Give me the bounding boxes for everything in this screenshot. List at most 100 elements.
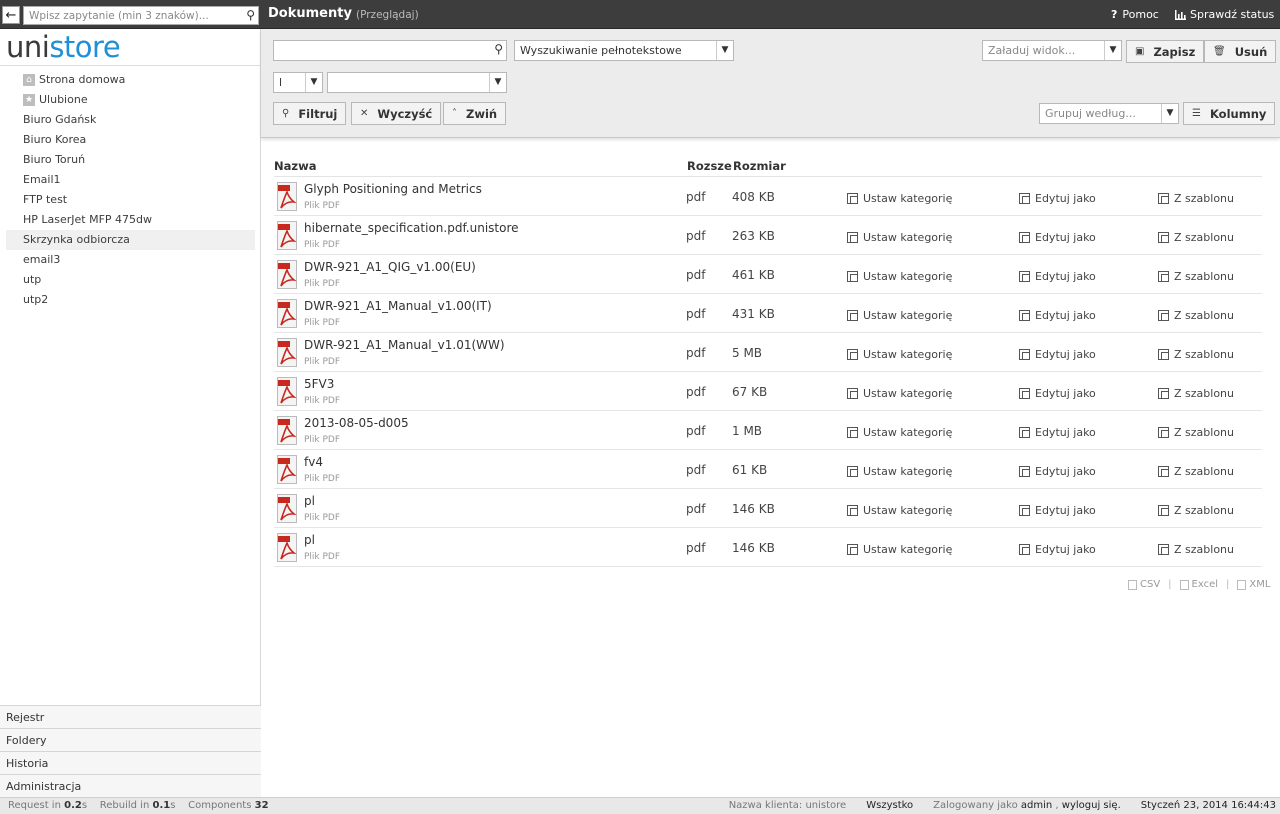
table-row[interactable]: 5FV3 Plik PDF pdf 67 KB Ustaw kategorię Edytu… (274, 372, 1262, 411)
sidebar-item[interactable]: HP LaserJet MFP 475dw (6, 210, 255, 230)
nav-history[interactable]: Historia (0, 751, 261, 774)
load-view-select[interactable]: Załaduj widok... ▼ (982, 40, 1122, 61)
document-name[interactable]: DWR-921_A1_Manual_v1.01(WW) (304, 338, 505, 352)
edit-as-link[interactable]: Edytuj jako (1019, 192, 1096, 205)
set-category-link[interactable]: Ustaw kategorię (847, 309, 952, 322)
search-mode-select[interactable]: Wyszukiwanie pełnotekstowe ▼ (514, 40, 734, 61)
set-category-link[interactable]: Ustaw kategorię (847, 270, 952, 283)
set-category-link[interactable]: Ustaw kategorię (847, 426, 952, 439)
document-name[interactable]: pl (304, 494, 315, 508)
edit-as-link[interactable]: Edytuj jako (1019, 387, 1096, 400)
app-logo[interactable]: unistore (6, 31, 121, 63)
help-link[interactable]: ? Pomoc (1111, 8, 1159, 21)
value-select[interactable]: ▼ (327, 72, 507, 93)
user-link[interactable]: admin (1021, 800, 1052, 811)
set-category-link[interactable]: Ustaw kategorię (847, 231, 952, 244)
table-row[interactable]: Glyph Positioning and Metrics Plik PDF pdf… (274, 177, 1262, 216)
nav-administration[interactable]: Administracja (0, 774, 261, 797)
edit-as-link[interactable]: Edytuj jako (1019, 231, 1096, 244)
set-category-link[interactable]: Ustaw kategorię (847, 192, 952, 205)
sidebar-item[interactable]: Biuro Gdańsk (6, 110, 255, 130)
table-row[interactable]: DWR-921_A1_Manual_v1.00(IT) Plik PDF pdf 43… (274, 294, 1262, 333)
sidebar-item[interactable]: Biuro Korea (6, 130, 255, 150)
from-template-link[interactable]: Z szablonu (1158, 504, 1234, 517)
search-icon[interactable]: ⚲ (246, 8, 255, 22)
table-row[interactable]: DWR-921_A1_Manual_v1.01(WW) Plik PDF pdf 5 … (274, 333, 1262, 372)
sidebar-item[interactable]: utp (6, 270, 255, 290)
search-icon[interactable]: ⚲ (494, 42, 503, 56)
small-select[interactable]: l ▼ (273, 72, 323, 93)
clear-button[interactable]: ✕ Wyczyść (351, 102, 442, 125)
set-category-link[interactable]: Ustaw kategorię (847, 504, 952, 517)
from-template-link[interactable]: Z szablonu (1158, 426, 1234, 439)
set-category-link[interactable]: Ustaw kategorię (847, 387, 952, 400)
edit-as-link[interactable]: Edytuj jako (1019, 270, 1096, 283)
edit-icon (1019, 544, 1030, 555)
back-arrow-icon[interactable]: ← (2, 6, 20, 24)
scope-link[interactable]: Wszystko (866, 800, 913, 811)
from-template-link[interactable]: Z szablonu (1158, 348, 1234, 361)
from-template-link[interactable]: Z szablonu (1158, 387, 1234, 400)
document-name[interactable]: DWR-921_A1_Manual_v1.00(IT) (304, 299, 492, 313)
search-input[interactable] (24, 7, 234, 24)
filter-button[interactable]: ⚲ Filtruj (273, 102, 347, 125)
collapse-button[interactable]: ˄ Zwiń (443, 102, 507, 125)
document-name[interactable]: pl (304, 533, 315, 547)
export-csv[interactable]: CSV (1128, 579, 1160, 590)
status-link[interactable]: Sprawdź status (1175, 8, 1274, 21)
group-by-select[interactable]: Grupuj według... ▼ (1039, 103, 1179, 124)
export-excel[interactable]: Excel (1179, 579, 1218, 590)
sidebar-item[interactable]: Biuro Toruń (6, 150, 255, 170)
nav-folders[interactable]: Foldery (0, 728, 261, 751)
table-row[interactable]: pl Plik PDF pdf 146 KB Ustaw kategorię Edytuj… (274, 489, 1262, 528)
column-header-name[interactable]: Nazwa (274, 159, 687, 173)
logout-link[interactable]: wyloguj się. (1062, 800, 1121, 811)
from-template-link[interactable]: Z szablonu (1158, 543, 1234, 556)
table-row[interactable]: fv4 Plik PDF pdf 61 KB Ustaw kategorię Edytuj… (274, 450, 1262, 489)
delete-button[interactable]: 🗑 Usuń (1204, 40, 1277, 63)
set-category-link[interactable]: Ustaw kategorię (847, 543, 952, 556)
set-category-link[interactable]: Ustaw kategorię (847, 348, 952, 361)
sidebar-item[interactable]: email3 (6, 250, 255, 270)
edit-as-link[interactable]: Edytuj jako (1019, 309, 1096, 322)
sidebar-item[interactable]: Email1 (6, 170, 255, 190)
document-name[interactable]: DWR-921_A1_QIG_v1.00(EU) (304, 260, 476, 274)
document-search-field[interactable]: ⚲ (273, 40, 507, 61)
document-name[interactable]: 5FV3 (304, 377, 334, 391)
sidebar-item-inbox[interactable]: Skrzynka odbiorcza (6, 230, 255, 250)
edit-as-link[interactable]: Edytuj jako (1019, 426, 1096, 439)
document-name[interactable]: Glyph Positioning and Metrics (304, 182, 482, 196)
sidebar-item[interactable]: utp2 (6, 290, 255, 310)
columns-button[interactable]: ☰ Kolumny (1183, 102, 1276, 125)
from-template-link[interactable]: Z szablonu (1158, 465, 1234, 478)
edit-as-link[interactable]: Edytuj jako (1019, 543, 1096, 556)
document-size: 461 KB (732, 268, 775, 282)
export-xml[interactable]: XML (1237, 579, 1270, 590)
category-icon (847, 349, 858, 360)
document-name[interactable]: 2013-08-05-d005 (304, 416, 409, 430)
save-button[interactable]: ▣ Zapisz (1126, 40, 1205, 63)
table-row[interactable]: pl Plik PDF pdf 146 KB Ustaw kategorię Edytuj… (274, 528, 1262, 567)
sidebar-item-home[interactable]: ⌂ Strona domowa (6, 70, 255, 90)
global-search[interactable]: ⚲ (23, 6, 259, 25)
set-category-link[interactable]: Ustaw kategorię (847, 465, 952, 478)
from-template-link[interactable]: Z szablonu (1158, 192, 1234, 205)
document-search-input[interactable] (274, 41, 486, 60)
table-row[interactable]: hibernate_specification.pdf.unistore Plik… (274, 216, 1262, 255)
from-template-link[interactable]: Z szablonu (1158, 270, 1234, 283)
nav-registry[interactable]: Rejestr (0, 705, 261, 728)
edit-as-link[interactable]: Edytuj jako (1019, 465, 1096, 478)
document-name[interactable]: hibernate_specification.pdf.unistore (304, 221, 519, 235)
column-header-ext[interactable]: Rozsze (687, 159, 733, 173)
from-template-link[interactable]: Z szablonu (1158, 231, 1234, 244)
edit-as-link[interactable]: Edytuj jako (1019, 348, 1096, 361)
column-header-size[interactable]: Rozmiar (733, 159, 786, 173)
status-footer: Request in 0.2s Rebuild in 0.1s Componen… (0, 797, 1280, 814)
edit-as-link[interactable]: Edytuj jako (1019, 504, 1096, 517)
document-name[interactable]: fv4 (304, 455, 323, 469)
table-row[interactable]: 2013-08-05-d005 Plik PDF pdf 1 MB Ustaw kate… (274, 411, 1262, 450)
sidebar-item[interactable]: FTP test (6, 190, 255, 210)
table-row[interactable]: DWR-921_A1_QIG_v1.00(EU) Plik PDF pdf 461 K… (274, 255, 1262, 294)
from-template-link[interactable]: Z szablonu (1158, 309, 1234, 322)
sidebar-item-favorites[interactable]: ★ Ulubione (6, 90, 255, 110)
